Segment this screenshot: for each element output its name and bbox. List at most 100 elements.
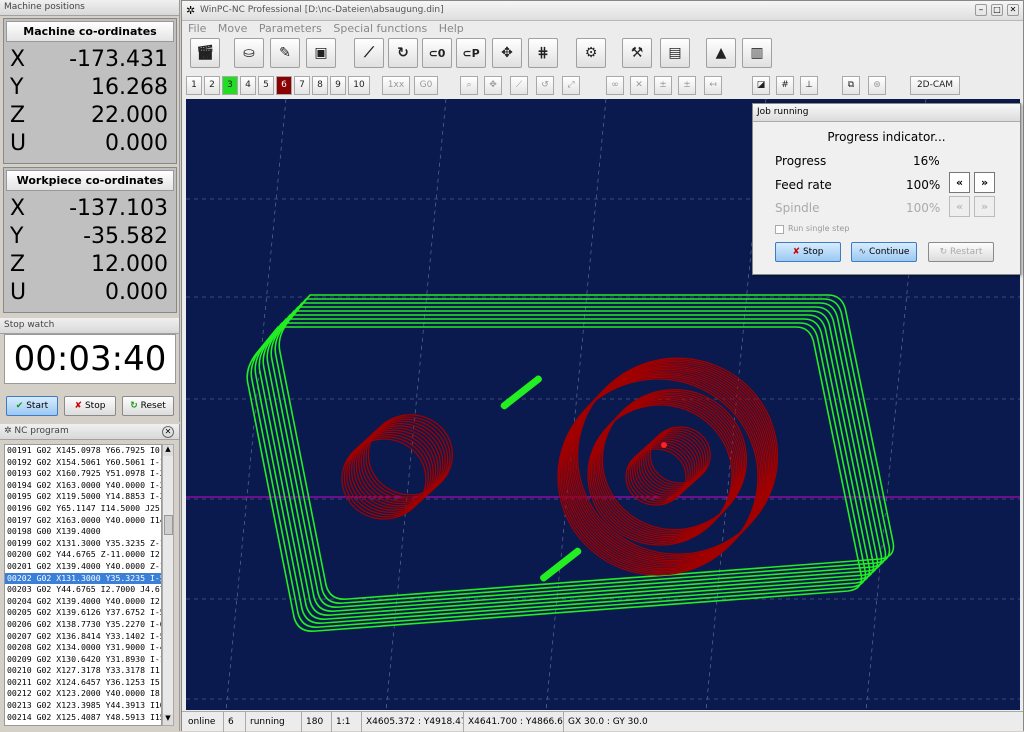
close-icon[interactable]: ✕ <box>1007 4 1019 16</box>
nc-line[interactable]: 00203 G02 Y44.6765 I2.7000 J4.676 <box>5 584 161 596</box>
nc-line[interactable]: 00201 G02 X139.4000 Y40.0000 Z-1 <box>5 561 161 573</box>
menu-move[interactable]: Move <box>218 22 248 35</box>
stopwatch-start-button[interactable]: ✔ Start <box>6 396 58 416</box>
axes-icon[interactable]: ⊥ <box>800 76 818 95</box>
grid-icon[interactable]: # <box>776 76 794 95</box>
nc-line[interactable]: 00207 G02 X136.8414 Y33.1402 I-5. <box>5 631 161 643</box>
tool-number-6[interactable]: 6 <box>276 76 292 95</box>
nc-panel-close-icon[interactable]: ✕ <box>162 426 174 438</box>
minimize-icon[interactable]: – <box>975 4 987 16</box>
3d-icon[interactable]: ⧉ <box>842 76 860 95</box>
feed-label: Feed rate <box>775 178 832 192</box>
tool-number-7[interactable]: 7 <box>294 76 310 95</box>
nc-line[interactable]: 00206 G02 X138.7730 Y35.2270 I-6. <box>5 619 161 631</box>
maximize-icon[interactable]: □ <box>991 4 1003 16</box>
rotate-icon[interactable]: ↺ <box>536 76 554 95</box>
feed-increase-button[interactable]: » <box>974 172 995 193</box>
nc-line[interactable]: 00191 G02 X145.0978 Y66.7925 I0.0 <box>5 445 161 457</box>
zoom-icon[interactable]: ⌕ <box>460 76 478 95</box>
point-icon[interactable]: ⤢ <box>562 76 580 95</box>
speed-1xx-button[interactable]: 1xx <box>382 76 410 95</box>
nc-line[interactable]: 00199 G02 X131.3000 Y35.3235 Z-1 <box>5 538 161 550</box>
nc-line[interactable]: 00197 G02 X163.0000 Y40.0000 I14 <box>5 515 161 527</box>
load-button[interactable]: ⛀ <box>234 38 264 68</box>
tool-number-3[interactable]: 3 <box>222 76 238 95</box>
nc-line[interactable]: 00210 G02 X127.3178 Y33.3178 I1.7 <box>5 665 161 677</box>
menu-file[interactable]: File <box>188 22 206 35</box>
calculator-button[interactable]: ▤ <box>660 38 690 68</box>
nc-program-list[interactable]: 00191 G02 X145.0978 Y66.7925 I0.0 00192 G… <box>4 444 162 726</box>
measure-icon[interactable]: ⟋ <box>510 76 528 95</box>
spindle-decrease-button[interactable]: « <box>949 196 970 217</box>
edit-button[interactable]: ✎ <box>270 38 300 68</box>
nc-line[interactable]: 00192 G02 X154.5061 Y60.5061 I-11 <box>5 457 161 469</box>
menu-special-functions[interactable]: Special functions <box>333 22 427 35</box>
nc-line[interactable]: 00196 G02 Y65.1147 I14.5000 J25.1 <box>5 503 161 515</box>
simulate-button[interactable]: ▣ <box>306 38 336 68</box>
pan-icon[interactable]: ✥ <box>484 76 502 95</box>
nc-line[interactable]: 00200 G02 Y44.6765 Z-11.0000 I2.7 <box>5 549 161 561</box>
nc-line[interactable]: 00205 G02 X139.6126 Y37.6752 I-5. <box>5 607 161 619</box>
clapper-start-button[interactable]: 🎬︎ <box>190 38 220 68</box>
nc-line[interactable]: 00213 G02 X123.3985 Y44.3913 I10 <box>5 700 161 712</box>
nc-scroll-up-icon[interactable]: ▲ <box>163 445 173 456</box>
speed-g0-button[interactable]: G0 <box>414 76 438 95</box>
nc-line[interactable]: 00198 G00 X139.4000 <box>5 526 161 538</box>
settings-button[interactable]: ⋕ <box>528 38 558 68</box>
2d-cam-button[interactable]: 2D-CAM <box>910 76 960 95</box>
x100-icon[interactable]: ± <box>654 76 672 95</box>
menu-help[interactable]: Help <box>439 22 464 35</box>
dialog-restart-button[interactable]: ↻ Restart <box>928 242 994 262</box>
nc-line[interactable]: 00204 G02 X139.4000 Y40.0000 I2.7 <box>5 596 161 608</box>
stopwatch-stop-button[interactable]: ✘ Stop <box>64 396 116 416</box>
nc-line[interactable]: 00212 G02 X123.2000 Y40.0000 I8.2 <box>5 688 161 700</box>
tool-number-1[interactable]: 1 <box>186 76 202 95</box>
machine-coords-title: Machine co-ordinates <box>6 21 174 42</box>
tool-number-4[interactable]: 4 <box>240 76 256 95</box>
nc-scroll-down-icon[interactable]: ▼ <box>163 714 173 725</box>
nc-line[interactable]: 00211 G02 X124.6457 Y36.1253 I5.5 <box>5 677 161 689</box>
nc-scroll-thumb[interactable] <box>164 515 173 535</box>
nc-line[interactable]: 00208 G02 X134.0000 Y31.9000 I-4. <box>5 642 161 654</box>
nc-line[interactable]: 00214 G02 X125.4087 Y48.5913 I15 <box>5 712 161 724</box>
stopwatch-reset-button[interactable]: ↻ Reset <box>122 396 174 416</box>
tool-button[interactable]: ⚒ <box>622 38 652 68</box>
gears-button[interactable]: ⚙ <box>576 38 606 68</box>
nc-line[interactable]: 00193 G02 X160.7925 Y51.0978 I-20 <box>5 468 161 480</box>
nc-line[interactable]: 00202 G02 X131.3000 Y35.3235 I-5 <box>5 572 161 585</box>
dialog-continue-button[interactable]: ∿ Continue <box>851 242 917 262</box>
gamepad-icon: ✥ <box>501 45 513 61</box>
view-fill-icon[interactable]: ◪ <box>752 76 770 95</box>
workpiece-x-row: X -137.103 <box>10 196 168 221</box>
y100-icon[interactable]: ± <box>678 76 696 95</box>
workpiece-y-value: -35.582 <box>83 224 168 249</box>
tool-number-2[interactable]: 2 <box>204 76 220 95</box>
manual-book-button[interactable]: ▥ <box>742 38 772 68</box>
circle-arrows-icon: ↻ <box>397 45 409 61</box>
back-icon[interactable]: ↤ <box>704 76 722 95</box>
nc-line[interactable]: 00209 G02 X130.6420 Y31.8930 I-1. <box>5 654 161 666</box>
nc-line[interactable]: 00195 G02 X119.5000 Y14.8853 I-29 <box>5 491 161 503</box>
nc-scrollbar[interactable]: ▲ ▼ <box>162 444 174 726</box>
tool-number-9[interactable]: 9 <box>330 76 346 95</box>
spindle-increase-button[interactable]: » <box>974 196 995 217</box>
menu-parameters[interactable]: Parameters <box>259 22 322 35</box>
refresh-icon: ↻ <box>130 401 138 411</box>
dialog-stop-button[interactable]: ✘ Stop <box>775 242 841 262</box>
rotate3d-icon[interactable]: ⊛ <box>868 76 886 95</box>
manual-button[interactable]: ✥ <box>492 38 522 68</box>
link-icon[interactable]: ∞ <box>606 76 624 95</box>
reference-button[interactable]: ↻ <box>388 38 418 68</box>
tool-number-5[interactable]: 5 <box>258 76 274 95</box>
path-button[interactable]: ⟋ <box>354 38 384 68</box>
zero-button[interactable]: ⊂0 <box>422 38 452 68</box>
feed-decrease-button[interactable]: « <box>949 172 970 193</box>
warning-button[interactable]: ▲ <box>706 38 736 68</box>
tool-number-8[interactable]: 8 <box>312 76 328 95</box>
tool-number-10[interactable]: 10 <box>348 76 370 95</box>
park-button[interactable]: ⊂P <box>456 38 486 68</box>
nc-line[interactable]: 00194 G02 X163.0000 Y40.0000 I-28 <box>5 480 161 492</box>
cross-icon[interactable]: ✕ <box>630 76 648 95</box>
stopwatch-display: 00:03:40 <box>4 334 176 384</box>
single-step-checkbox[interactable] <box>775 225 784 234</box>
